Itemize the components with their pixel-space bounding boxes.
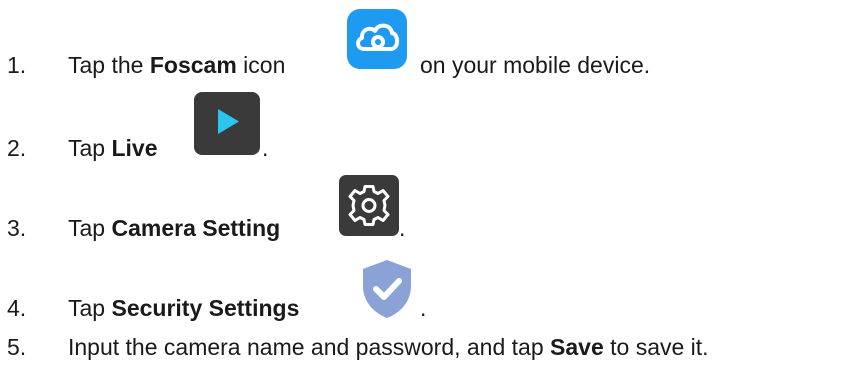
step-text-bold: Live [111,135,158,161]
step-text-bold: Save [550,334,604,360]
step-number: 3. [7,215,27,241]
step-text-before: Tap the [68,52,150,78]
step-text-tail: . [262,135,269,161]
step-text-before: Tap [68,215,112,241]
gear-icon [339,175,399,236]
step-text: Input the camera name and password, and … [68,332,709,362]
step-text: Tap Security Settings [68,293,299,323]
step-text-before: Tap [68,295,112,321]
step-text: Tap Live [68,133,158,163]
step-text: Tap the Foscam icon [68,50,285,80]
step-text-bold: Foscam [149,52,237,78]
step-text-bold: Camera Setting [111,215,281,241]
shield-check-icon [363,260,411,318]
step-text-before: Input the camera name and password, and … [68,334,551,360]
step-text-before: Tap [68,135,112,161]
foscam-cloud-icon [347,9,407,69]
step-number: 4. [7,295,27,321]
step-text-after: icon [236,52,286,78]
step-text-tail: . [399,215,406,241]
step-number: 5. [7,334,27,360]
play-icon [194,92,260,155]
step-number: 2. [7,135,27,161]
step-text-tail: . [420,295,427,321]
step-text-tail: on your mobile device. [420,52,651,78]
step-number: 1. [7,52,27,78]
step-text: Tap Camera Setting [68,213,280,243]
step-text-bold: Security Settings [111,295,300,321]
step-text-after: to save it. [603,334,709,360]
